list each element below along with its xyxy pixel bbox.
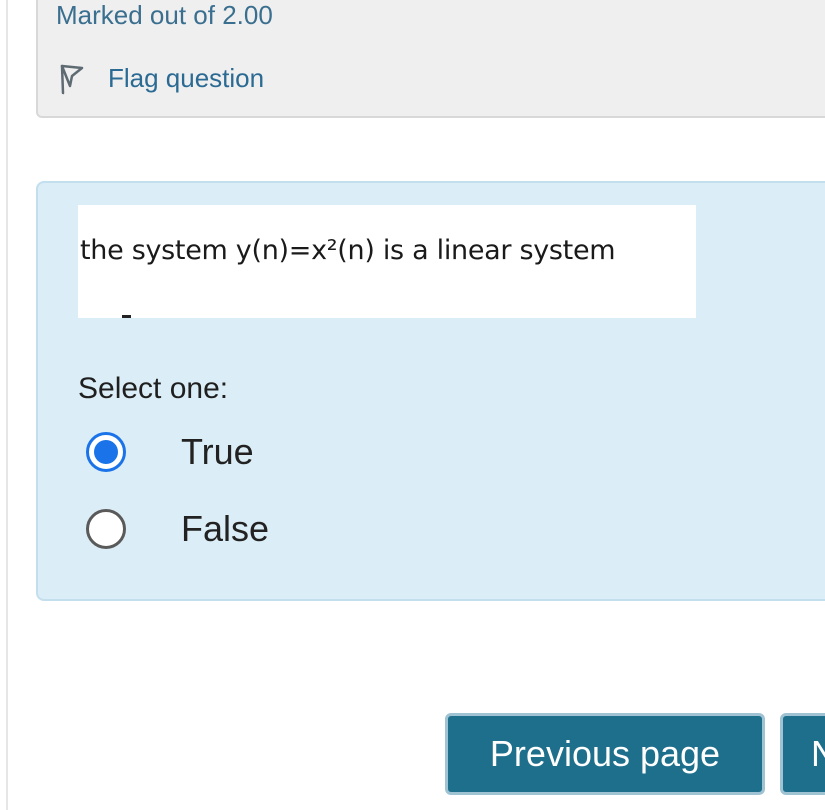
next-page-button[interactable]: N <box>780 713 825 795</box>
radio-true[interactable] <box>86 432 126 472</box>
answer-option-true[interactable]: True <box>86 428 254 476</box>
question-text: the system y(n)=x²(n) is a linear system <box>80 235 616 266</box>
quiz-page: Marked out of 2.00 Flag question the sys… <box>0 0 825 810</box>
flag-question-label: Flag question <box>108 63 265 93</box>
left-border <box>6 0 8 810</box>
radio-false[interactable] <box>86 509 126 549</box>
flag-question-link[interactable]: Flag question <box>58 60 264 96</box>
answer-option-false[interactable]: False <box>86 505 269 553</box>
question-image: the system y(n)=x²(n) is a linear system <box>78 205 696 318</box>
flag-icon <box>58 60 84 96</box>
question-image-artifact <box>122 315 131 318</box>
option-label-false[interactable]: False <box>181 507 269 551</box>
option-label-true[interactable]: True <box>181 430 254 474</box>
previous-page-button[interactable]: Previous page <box>445 713 765 795</box>
select-one-prompt: Select one: <box>78 372 229 405</box>
marked-out-text: Marked out of 2.00 <box>56 0 273 30</box>
